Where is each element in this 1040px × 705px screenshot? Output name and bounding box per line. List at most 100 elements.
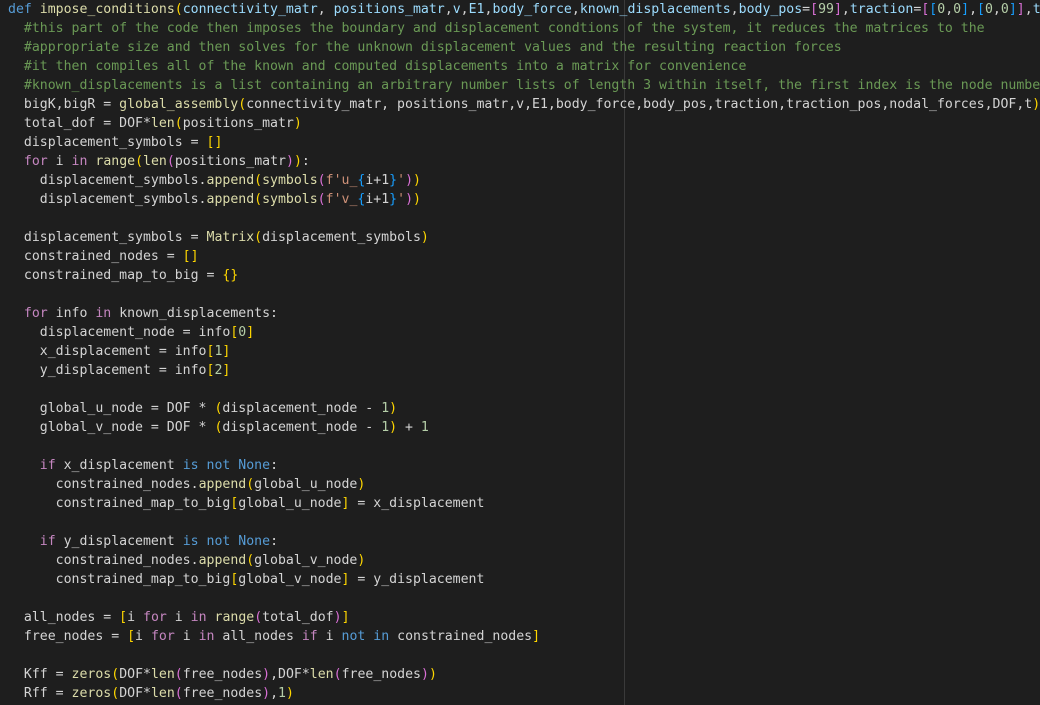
- code-token: ]: [341, 610, 350, 625]
- code-line[interactable]: x_displacement = info[1]: [8, 342, 1040, 361]
- code-line[interactable]: if x_displacement is not None:: [8, 456, 1040, 475]
- code-token: append: [206, 173, 255, 188]
- code-line[interactable]: constrained_nodes.append(global_u_node): [8, 475, 1040, 494]
- code-token: for: [150, 629, 175, 644]
- code-token: :: [270, 534, 279, 549]
- code-token: traction_pos: [1032, 2, 1040, 17]
- code-token: connectivity_matr: [182, 2, 318, 17]
- code-line[interactable]: Kff = zeros(DOF*len(free_nodes),DOF*len(…: [8, 665, 1040, 684]
- code-token: free_nodes: [182, 667, 263, 682]
- code-token: #appropriate size and then solves for th…: [23, 40, 842, 55]
- code-line[interactable]: displacement_symbols.append(symbols(f'u_…: [8, 171, 1040, 190]
- code-line[interactable]: global_u_node = DOF * (displacement_node…: [8, 399, 1040, 418]
- code-token: ]: [222, 363, 231, 378]
- code-token: append: [206, 192, 255, 207]
- code-token: (: [254, 610, 263, 625]
- code-line[interactable]: constrained_nodes.append(global_v_node): [8, 551, 1040, 570]
- code-token: (: [111, 667, 120, 682]
- code-token: (: [254, 173, 263, 188]
- code-token: displacement_symbols =: [8, 135, 207, 150]
- code-line[interactable]: [8, 646, 1040, 665]
- code-token: displacement_symbols =: [8, 230, 207, 245]
- code-token: #known_displacements is a list containin…: [23, 78, 1040, 93]
- code-token: (: [317, 173, 326, 188]
- code-token: zeros: [71, 686, 112, 701]
- code-line[interactable]: [8, 589, 1040, 608]
- code-line[interactable]: global_v_node = DOF * (displacement_node…: [8, 418, 1040, 437]
- code-token: ): [262, 686, 271, 701]
- code-line[interactable]: constrained_map_to_big[global_u_node] = …: [8, 494, 1040, 513]
- code-token: global_u_node = DOF *: [8, 401, 215, 416]
- code-line[interactable]: for info in known_displacements:: [8, 304, 1040, 323]
- code-token: ): [389, 420, 398, 435]
- code-token: (: [166, 154, 175, 169]
- code-line[interactable]: constrained_nodes = []: [8, 247, 1040, 266]
- code-token: len: [150, 686, 175, 701]
- code-line[interactable]: for i in range(len(positions_matr)):: [8, 152, 1040, 171]
- code-token: displacement_symbols.: [8, 192, 207, 207]
- code-token: ,: [317, 2, 334, 17]
- code-line[interactable]: displacement_symbols = Matrix(displaceme…: [8, 228, 1040, 247]
- code-line[interactable]: free_nodes = [i for i in all_nodes if i …: [8, 627, 1040, 646]
- code-editor[interactable]: def impose_conditions(connectivity_matr,…: [0, 0, 1040, 705]
- code-token: not in: [341, 629, 390, 644]
- code-token: len: [143, 154, 167, 169]
- code-line[interactable]: [8, 285, 1040, 304]
- code-token: global_v_node: [238, 572, 342, 587]
- code-token: global_u_node: [238, 496, 342, 511]
- code-token: 1: [381, 420, 390, 435]
- code-line[interactable]: [8, 209, 1040, 228]
- code-token: positions_matr: [333, 2, 445, 17]
- code-line[interactable]: #it then compiles all of the known and c…: [8, 57, 1040, 76]
- code-token: range: [95, 154, 136, 169]
- code-token: 0: [984, 2, 993, 17]
- code-line[interactable]: displacement_node = info[0]: [8, 323, 1040, 342]
- code-line[interactable]: total_dof = DOF*len(positions_matr): [8, 114, 1040, 133]
- code-token: len: [309, 667, 334, 682]
- code-token: #it then compiles all of the known and c…: [23, 59, 747, 74]
- code-line[interactable]: [8, 513, 1040, 532]
- code-token: body_force: [492, 2, 572, 17]
- code-token: [: [119, 610, 128, 625]
- code-line[interactable]: all_nodes = [i for i in range(total_dof)…: [8, 608, 1040, 627]
- code-token: ): [420, 230, 429, 245]
- code-token: ': [397, 173, 406, 188]
- code-token: x_displacement: [55, 458, 183, 473]
- code-token: i+1: [365, 173, 390, 188]
- code-token: x_displacement = info: [8, 344, 207, 359]
- code-token: in: [71, 154, 88, 169]
- code-line[interactable]: #appropriate size and then solves for th…: [8, 38, 1040, 57]
- code-token: global_u_node: [254, 477, 358, 492]
- code-line[interactable]: def impose_conditions(connectivity_matr,…: [8, 0, 1040, 19]
- code-token: ): [389, 401, 398, 416]
- code-token: all_nodes: [214, 629, 302, 644]
- code-line[interactable]: constrained_map_to_big = {}: [8, 266, 1040, 285]
- code-line[interactable]: bigK,bigR = global_assembly(connectivity…: [8, 95, 1040, 114]
- code-line[interactable]: Rff = zeros(DOF*len(free_nodes),1): [8, 684, 1040, 703]
- code-line[interactable]: [8, 380, 1040, 399]
- code-line[interactable]: y_displacement = info[2]: [8, 361, 1040, 380]
- code-token: range: [214, 610, 255, 625]
- code-line[interactable]: #this part of the code then imposes the …: [8, 19, 1040, 38]
- code-line[interactable]: #known_displacements is a list containin…: [8, 76, 1040, 95]
- code-line[interactable]: if y_displacement is not None:: [8, 532, 1040, 551]
- code-token: :: [270, 458, 279, 473]
- code-token: [: [810, 2, 819, 17]
- code-token: ): [293, 154, 302, 169]
- code-token: displacement_node -: [222, 401, 382, 416]
- code-line[interactable]: [8, 437, 1040, 456]
- code-token: ): [285, 154, 294, 169]
- code-line[interactable]: displacement_symbols.append(symbols(f'v_…: [8, 190, 1040, 209]
- code-token: }: [389, 173, 398, 188]
- code-line[interactable]: displacement_symbols = []: [8, 133, 1040, 152]
- code-token: if: [39, 458, 56, 473]
- code-line[interactable]: constrained_map_to_big[global_v_node] = …: [8, 570, 1040, 589]
- code-token: 99: [818, 2, 834, 17]
- code-area[interactable]: def impose_conditions(connectivity_matr,…: [8, 0, 1040, 703]
- code-token: global_assembly: [119, 97, 239, 112]
- code-token: (: [238, 97, 247, 112]
